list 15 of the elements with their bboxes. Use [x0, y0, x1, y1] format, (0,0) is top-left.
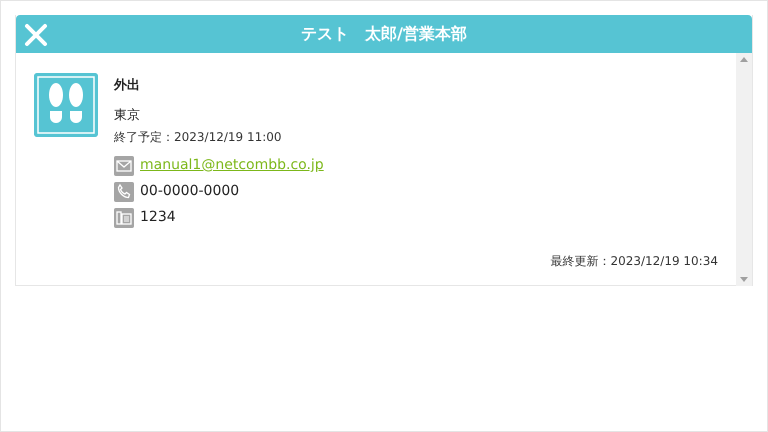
extension-number: 1234	[140, 208, 176, 227]
mail-icon	[114, 156, 134, 176]
last-updated-text: 最終更新：2023/12/19 10:34	[549, 253, 718, 270]
end-time-text: 終了予定：2023/12/19 11:00	[114, 129, 283, 146]
phone-number: 00-0000-0000	[140, 182, 240, 201]
desk-phone-icon	[114, 208, 134, 228]
close-button[interactable]	[24, 22, 48, 46]
header-title: テスト 太郎/営業本部	[301, 24, 467, 43]
status-label: 外出	[114, 77, 141, 95]
footprints-icon	[34, 73, 98, 137]
scroll-up-icon[interactable]	[740, 57, 748, 62]
email-link[interactable]: manual1@netcombb.co.jp	[140, 155, 324, 176]
scroll-down-icon[interactable]	[740, 277, 748, 282]
location-text: 東京	[114, 106, 141, 124]
phone-icon	[114, 182, 134, 202]
